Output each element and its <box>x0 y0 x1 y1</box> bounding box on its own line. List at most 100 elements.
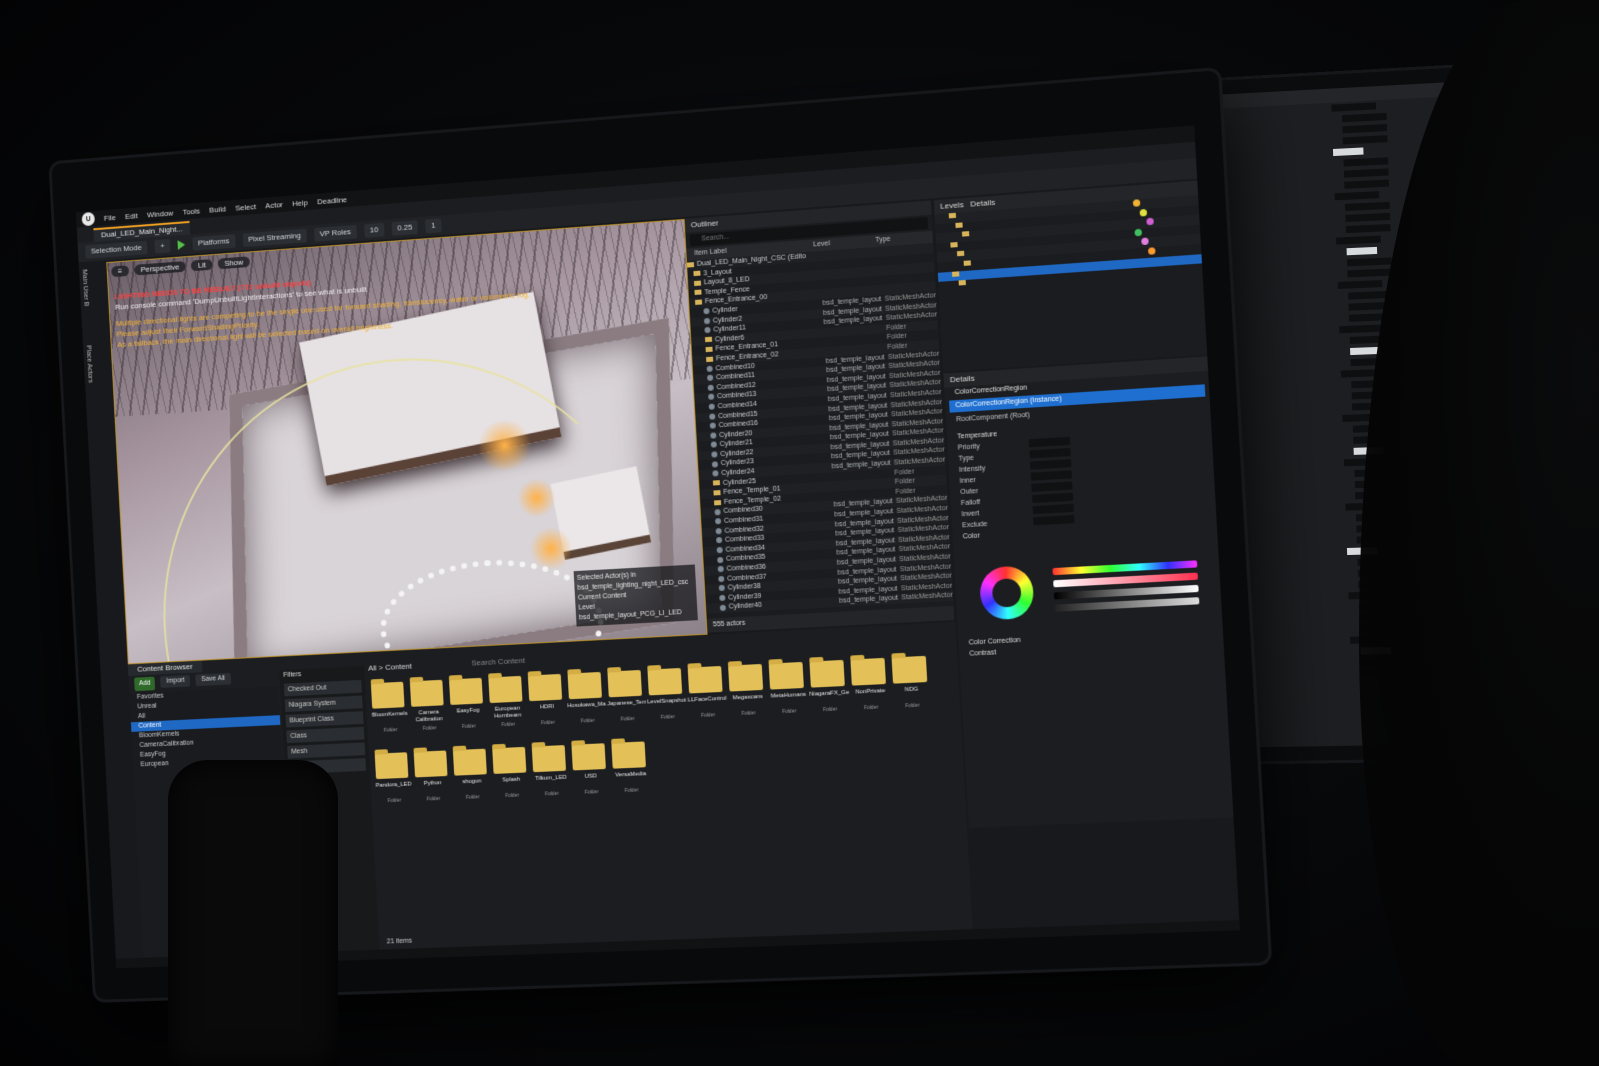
folder-tile[interactable]: LLFaceControl Folder <box>685 662 728 724</box>
filter-item[interactable]: Class <box>286 726 365 744</box>
property-value[interactable] <box>1345 212 1391 223</box>
folder-tile[interactable]: LevelSnapshots Folder <box>645 664 688 726</box>
folder-tile[interactable]: European Hornbeam Folder <box>486 672 528 733</box>
filter-item[interactable]: Blueprint Class <box>285 711 364 728</box>
vp-roles-button[interactable]: VP Roles <box>313 224 358 242</box>
folder-tile[interactable]: VersaMedia Folder <box>609 737 651 798</box>
row-label-text: Cylinder22 <box>720 448 754 458</box>
property-value[interactable] <box>1031 481 1073 492</box>
pixel-streaming-button[interactable]: Pixel Streaming <box>242 228 307 248</box>
property-value[interactable] <box>1344 179 1390 189</box>
property-value[interactable] <box>1032 503 1074 515</box>
tab-levels[interactable]: Levels <box>940 200 964 211</box>
level-viewport[interactable]: ≡ Perspective Lit Show LIGHTING NEEDS TO… <box>106 218 708 665</box>
property-value[interactable] <box>1345 224 1391 234</box>
save-all-button[interactable]: Save All <box>195 672 231 687</box>
add-button[interactable]: Add <box>134 676 156 692</box>
folder-tile[interactable]: NiagaraFX_Gen Folder <box>807 656 850 718</box>
menu-build[interactable]: Build <box>209 204 226 214</box>
property-value[interactable] <box>1346 257 1392 267</box>
static-mesh-icon <box>718 585 725 592</box>
path-all[interactable]: All <box>368 663 377 672</box>
property-value[interactable] <box>1030 470 1073 481</box>
folder-tile[interactable]: Splash Folder <box>490 743 532 804</box>
property-value[interactable] <box>1033 514 1075 526</box>
add-actor-button[interactable]: + <box>154 238 171 254</box>
play-icon[interactable] <box>177 239 186 250</box>
folder-type: Folder <box>822 706 838 714</box>
content-search[interactable]: Search Content <box>471 656 525 668</box>
static-mesh-icon <box>714 518 722 525</box>
folder-tile[interactable]: Megascans Folder <box>726 660 769 722</box>
viewport-menu-button[interactable]: ≡ <box>111 265 129 278</box>
content-browser-tab[interactable]: Content Browser <box>127 660 203 677</box>
folder-tile[interactable]: EasyFog Folder <box>447 674 489 735</box>
property-value[interactable] <box>1344 201 1390 211</box>
folder-tile[interactable]: Pandora_LED Folder <box>373 748 414 808</box>
folder-icon <box>955 222 963 228</box>
property-value[interactable] <box>1030 459 1072 470</box>
filter-item[interactable]: Mesh <box>287 742 366 759</box>
folder-tile[interactable]: Tilkum_LED Folder <box>530 741 572 802</box>
property-value[interactable] <box>1346 246 1378 256</box>
menu-select[interactable]: Select <box>235 202 256 212</box>
menu-edit[interactable]: Edit <box>125 211 138 221</box>
scale-snap-value[interactable]: 0.25 <box>391 220 419 236</box>
property-value[interactable] <box>1028 436 1071 448</box>
folder-tile[interactable]: NDG Folder <box>889 652 933 714</box>
folder-name: Tilkum_LED <box>535 774 567 783</box>
property-value[interactable] <box>1343 168 1389 178</box>
folder-tile[interactable]: NonPrivate Folder <box>848 654 892 716</box>
property-value[interactable] <box>1336 235 1381 245</box>
folder-tile[interactable]: shogun Folder <box>451 745 493 806</box>
folder-tile[interactable]: Camera Calibration Folder <box>408 676 449 737</box>
folder-tile[interactable]: Japanese_Temple Folder <box>605 666 647 727</box>
folder-tile[interactable]: BloomKernels Folder <box>369 678 410 739</box>
asset-grid: BloomKernels Folder Camera Calibration Fold… <box>369 650 972 932</box>
property-value[interactable] <box>1347 268 1393 278</box>
outliner-panel: Outliner Search... Item Label Level Type… <box>684 200 955 633</box>
folder-tile[interactable]: HDRI Folder <box>526 670 568 731</box>
folder-tile[interactable]: Python Folder <box>412 746 453 807</box>
folder-name: HDRI <box>539 703 555 711</box>
tab-details[interactable]: Details <box>970 198 995 209</box>
path-content[interactable]: Content <box>385 662 412 672</box>
property-value[interactable] <box>1339 324 1384 334</box>
folder-tile[interactable]: USD Folder <box>569 739 611 800</box>
property-value[interactable] <box>1332 147 1364 157</box>
property-value[interactable] <box>1331 102 1377 112</box>
row-label-text: 3_Layout <box>703 267 733 277</box>
filter-item[interactable]: Niagara System <box>284 695 363 712</box>
menu-tools[interactable]: Tools <box>182 206 200 216</box>
folder-name: VersaMedia <box>615 771 647 779</box>
menu-window[interactable]: Window <box>147 208 174 219</box>
selection-mode-button[interactable]: Selection Mode <box>85 240 148 259</box>
alpha-slider[interactable] <box>1054 597 1200 612</box>
lit-button[interactable]: Lit <box>191 259 213 272</box>
camera-speed-value[interactable]: 1 <box>425 218 442 234</box>
folder-icon <box>693 280 702 286</box>
folder-icon <box>704 337 713 343</box>
menu-deadline[interactable]: Deadline <box>317 195 347 206</box>
color-wheel[interactable] <box>978 565 1035 621</box>
property-value[interactable] <box>1337 280 1383 289</box>
menu-help[interactable]: Help <box>292 198 308 208</box>
menu-file[interactable]: File <box>104 213 116 223</box>
side-tab-place-actors[interactable]: Place Actors <box>85 345 93 383</box>
folder-tile[interactable]: MetaHumans Folder <box>766 658 809 720</box>
property-value[interactable] <box>1341 112 1387 123</box>
import-button[interactable]: Import <box>160 674 191 688</box>
platforms-button[interactable]: Platforms <box>192 234 236 251</box>
row-label-text: Cylinder39 <box>728 592 762 602</box>
filter-item[interactable]: Checked Out <box>283 679 362 697</box>
folder-tile[interactable]: Hosokawa_Mar Folder <box>565 668 607 729</box>
property-value[interactable] <box>1029 447 1071 459</box>
property-value[interactable] <box>1342 124 1388 134</box>
property-value[interactable] <box>1031 492 1074 504</box>
property-value[interactable] <box>1334 191 1380 201</box>
property-value[interactable] <box>1343 157 1389 167</box>
property-value[interactable] <box>1342 135 1388 145</box>
menu-actor[interactable]: Actor <box>265 200 283 210</box>
grid-snap-value[interactable]: 10 <box>363 222 385 238</box>
side-tab-main-user[interactable]: Main User B <box>81 269 89 306</box>
